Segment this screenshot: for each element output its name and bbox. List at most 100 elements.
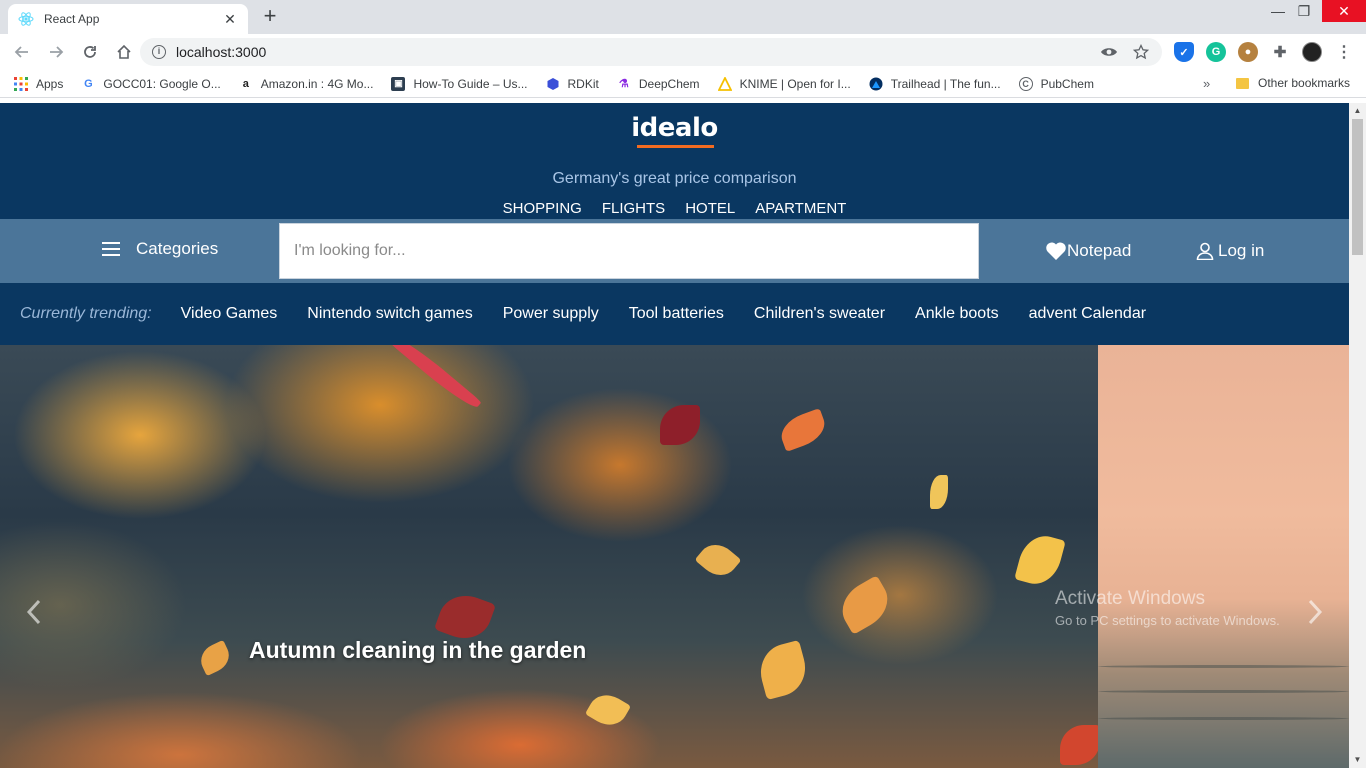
watermark-subtitle: Go to PC settings to activate Windows. xyxy=(1055,613,1280,628)
notepad-label: Notepad xyxy=(1067,241,1132,260)
trending-bar: Currently trending: Video Games Nintendo… xyxy=(0,283,1349,345)
cookie-extension-icon[interactable]: ● xyxy=(1238,42,1258,62)
forward-arrow-icon[interactable] xyxy=(41,37,71,67)
wave-line xyxy=(1098,690,1349,693)
bookmark-deepchem[interactable]: ⚗ DeepChem xyxy=(617,77,700,91)
site-header: idealo Germany's great price comparison … xyxy=(0,103,1349,219)
logo-text: idealo xyxy=(631,113,718,143)
nav-flights[interactable]: FLIGHTS xyxy=(602,200,665,217)
carousel-next-icon[interactable] xyxy=(1301,595,1329,629)
bookmark-trailhead[interactable]: Trailhead | The fun... xyxy=(869,77,1001,91)
url-text[interactable]: localhost:3000 xyxy=(176,44,1086,60)
bookmark-label: PubChem xyxy=(1040,76,1094,91)
hamburger-menu-icon xyxy=(102,242,120,256)
hero-carousel: Autumn cleaning in the garden xyxy=(0,345,1349,768)
beach-slide-image[interactable] xyxy=(1098,345,1349,768)
bookmark-howto[interactable]: ▣ How-To Guide – Us... xyxy=(391,76,528,91)
user-icon xyxy=(1196,242,1214,260)
apps-grid-icon xyxy=(14,76,28,91)
window-close-button[interactable]: ✕ xyxy=(1322,0,1366,22)
bookmark-label: Amazon.in : 4G Mo... xyxy=(260,76,374,91)
deepchem-icon: ⚗ xyxy=(618,78,629,90)
heart-icon xyxy=(1046,242,1066,260)
watermark-title: Activate Windows xyxy=(1055,588,1205,609)
trending-link[interactable]: Tool batteries xyxy=(629,305,724,323)
react-logo-icon xyxy=(18,11,34,27)
eye-icon[interactable] xyxy=(1100,43,1118,61)
google-icon: G xyxy=(84,77,93,90)
trending-link[interactable]: Nintendo switch games xyxy=(307,305,472,323)
extensions-puzzle-icon[interactable]: ✚ xyxy=(1270,42,1290,62)
trending-link[interactable]: Video Games xyxy=(181,305,278,323)
back-arrow-icon[interactable] xyxy=(7,37,37,67)
bookmark-apps[interactable]: Apps xyxy=(14,76,64,91)
home-icon[interactable] xyxy=(109,37,139,67)
scroll-down-arrow-icon[interactable]: ▼ xyxy=(1349,752,1366,768)
bookmarks-overflow-icon[interactable]: » xyxy=(1203,76,1210,91)
activate-windows-watermark: Activate Windows Go to PC settings to ac… xyxy=(1055,588,1280,628)
login-button[interactable]: Log in xyxy=(1196,241,1264,261)
scrollbar-thumb[interactable] xyxy=(1352,119,1363,255)
main-navigation: SHOPPING FLIGHTS HOTEL APARTMENT xyxy=(0,200,1349,217)
trailhead-icon xyxy=(869,77,883,91)
categories-button[interactable]: Categories xyxy=(102,239,218,259)
slide-caption[interactable]: Autumn cleaning in the garden xyxy=(249,637,586,664)
bookmark-label: Trailhead | The fun... xyxy=(890,76,1001,91)
bookmarks-bar: Apps G GOCC01: Google O... a Amazon.in :… xyxy=(0,70,1366,98)
page-viewport: idealo Germany's great price comparison … xyxy=(0,103,1349,768)
amazon-icon: a xyxy=(242,77,249,90)
nav-shopping[interactable]: SHOPPING xyxy=(503,200,582,217)
bookmark-label: KNIME | Open for I... xyxy=(739,76,851,91)
bookmark-knime[interactable]: KNIME | Open for I... xyxy=(717,76,851,91)
bookmark-google[interactable]: G GOCC01: Google O... xyxy=(81,76,221,91)
reload-icon[interactable] xyxy=(75,37,105,67)
page-scrollbar[interactable]: ▲ ▼ xyxy=(1349,103,1366,768)
trending-label: Currently trending: xyxy=(20,305,152,322)
autumn-leaves-slide-image[interactable] xyxy=(0,345,1098,768)
bookmark-label: Apps xyxy=(36,76,64,91)
other-bookmarks-label: Other bookmarks xyxy=(1258,76,1351,90)
new-tab-button[interactable]: + xyxy=(258,5,282,29)
trending-link[interactable]: advent Calendar xyxy=(1029,305,1146,323)
grammarly-extension-icon[interactable]: G xyxy=(1206,42,1226,62)
tab-title: React App xyxy=(44,12,100,26)
scroll-up-arrow-icon[interactable]: ▲ xyxy=(1349,103,1366,119)
bookmark-pubchem[interactable]: C PubChem xyxy=(1018,76,1094,91)
logo-underline xyxy=(637,145,714,148)
browser-toolbar: i localhost:3000 ✓ G ● ✚ ⋮ xyxy=(0,34,1366,70)
nav-apartment[interactable]: APARTMENT xyxy=(755,200,846,217)
browser-menu-icon[interactable]: ⋮ xyxy=(1334,42,1354,62)
categories-label: Categories xyxy=(136,239,219,258)
other-bookmarks[interactable]: Other bookmarks xyxy=(1236,76,1350,90)
pubchem-icon: C xyxy=(1018,76,1033,91)
site-tagline: Germany's great price comparison xyxy=(552,170,797,187)
carousel-prev-icon[interactable] xyxy=(20,595,48,629)
bookmark-label: How-To Guide – Us... xyxy=(413,76,528,91)
bookmark-rdkit[interactable]: RDKit xyxy=(546,77,599,91)
tab-close-icon[interactable]: ✕ xyxy=(222,11,238,28)
browser-tab[interactable]: React App ✕ xyxy=(8,4,248,34)
search-input[interactable] xyxy=(279,223,979,279)
wave-line xyxy=(1098,717,1349,720)
profile-avatar-icon[interactable] xyxy=(1302,42,1322,62)
trending-link[interactable]: Power supply xyxy=(503,305,599,323)
restore-button[interactable]: ❐ xyxy=(1282,0,1326,22)
trending-link[interactable]: Children's sweater xyxy=(754,305,885,323)
login-label: Log in xyxy=(1218,241,1265,260)
idealo-logo[interactable]: idealo xyxy=(0,113,1349,143)
rdkit-icon xyxy=(546,77,560,91)
guide-icon: ▣ xyxy=(391,76,406,91)
folder-icon xyxy=(1236,77,1249,89)
knime-icon xyxy=(717,76,732,91)
bookmark-label: GOCC01: Google O... xyxy=(103,76,221,91)
browser-tab-strip: React App ✕ + — ❐ ✕ xyxy=(0,0,1366,34)
shield-extension-icon[interactable]: ✓ xyxy=(1174,42,1194,62)
bookmark-star-icon[interactable] xyxy=(1132,43,1150,61)
trending-link[interactable]: Ankle boots xyxy=(915,305,999,323)
bookmark-label: DeepChem xyxy=(638,76,700,91)
site-info-icon[interactable]: i xyxy=(152,45,166,59)
notepad-button[interactable]: Notepad xyxy=(1045,241,1131,261)
address-bar[interactable]: i localhost:3000 xyxy=(140,38,1162,66)
bookmark-amazon[interactable]: a Amazon.in : 4G Mo... xyxy=(239,77,374,91)
nav-hotel[interactable]: HOTEL xyxy=(685,200,735,217)
